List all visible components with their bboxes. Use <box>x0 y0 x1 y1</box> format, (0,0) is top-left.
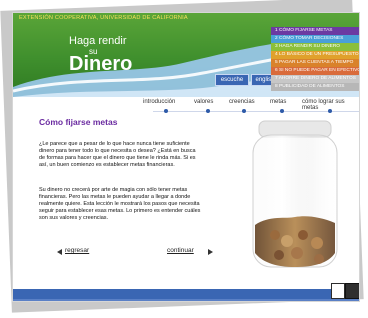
section-title: Cómo fijarse metas <box>39 117 118 127</box>
nav-metas[interactable]: metas <box>270 99 286 105</box>
menu-item-3[interactable]: 3 HAGA RENDIR SU DINERO <box>271 43 359 51</box>
header: EXTENSIÓN COOPERATIVA, UNIVERSIDAD DE CA… <box>13 13 359 97</box>
coin-jar-illustration <box>252 120 338 268</box>
paragraph-2: Su dinero no crecerá por arte de magia c… <box>39 187 201 221</box>
nav-introduccion[interactable]: introducción <box>143 99 175 105</box>
footer-bar-bottom <box>13 299 359 301</box>
uc-logo-icon <box>331 283 345 299</box>
lesson-menu: 1 CÓMO FIJARSE METAS 2 CÓMO TOMAR DECISI… <box>271 27 359 91</box>
menu-item-1[interactable]: 1 CÓMO FIJARSE METAS <box>271 27 359 35</box>
nav-dot-introduccion[interactable] <box>164 109 168 113</box>
org-name: EXTENSIÓN COOPERATIVA, UNIVERSIDAD DE CA… <box>19 15 188 21</box>
back-link[interactable]: regresar <box>65 247 89 254</box>
lesson-page: EXTENSIÓN COOPERATIVA, UNIVERSIDAD DE CA… <box>12 12 360 302</box>
menu-item-7[interactable]: 7 AHORRE DINERO DE ALIMENTOS <box>271 75 359 83</box>
next-arrow-icon[interactable] <box>208 249 213 255</box>
lesson-progress-nav: introducción valores creencias metas cóm… <box>13 99 359 117</box>
title-line1: Haga rendir <box>69 35 127 47</box>
nav-dot-como-lograr[interactable] <box>328 109 332 113</box>
nav-dot-valores[interactable] <box>206 109 210 113</box>
paragraph-1: ¿Le parece que a pesar de lo que hace nu… <box>39 141 196 168</box>
nav-dot-creencias[interactable] <box>242 109 246 113</box>
back-arrow-icon[interactable] <box>57 249 62 255</box>
nav-dot-metas[interactable] <box>280 109 284 113</box>
nav-valores[interactable]: valores <box>194 99 213 105</box>
menu-item-5[interactable]: 5 PAGAR LAS CUENTAS A TIEMPO <box>271 59 359 67</box>
partner-logo-icon <box>345 283 359 299</box>
menu-item-8[interactable]: 8 PUBLICIDAD DE ALIMENTOS <box>271 83 359 91</box>
menu-item-6[interactable]: 6 SI NO PUEDE PAGAR EN EFECTIVO <box>271 67 359 75</box>
nav-creencias[interactable]: creencias <box>229 99 255 105</box>
menu-item-4[interactable]: 4 LO BÁSICO DE UN PRESUPUESTO <box>271 51 359 59</box>
title-dinero: Dinero <box>69 53 133 75</box>
menu-item-2[interactable]: 2 CÓMO TOMAR DECISIONES <box>271 35 359 43</box>
next-link[interactable]: continuar <box>167 247 194 254</box>
listen-button[interactable]: escuche <box>215 74 249 86</box>
